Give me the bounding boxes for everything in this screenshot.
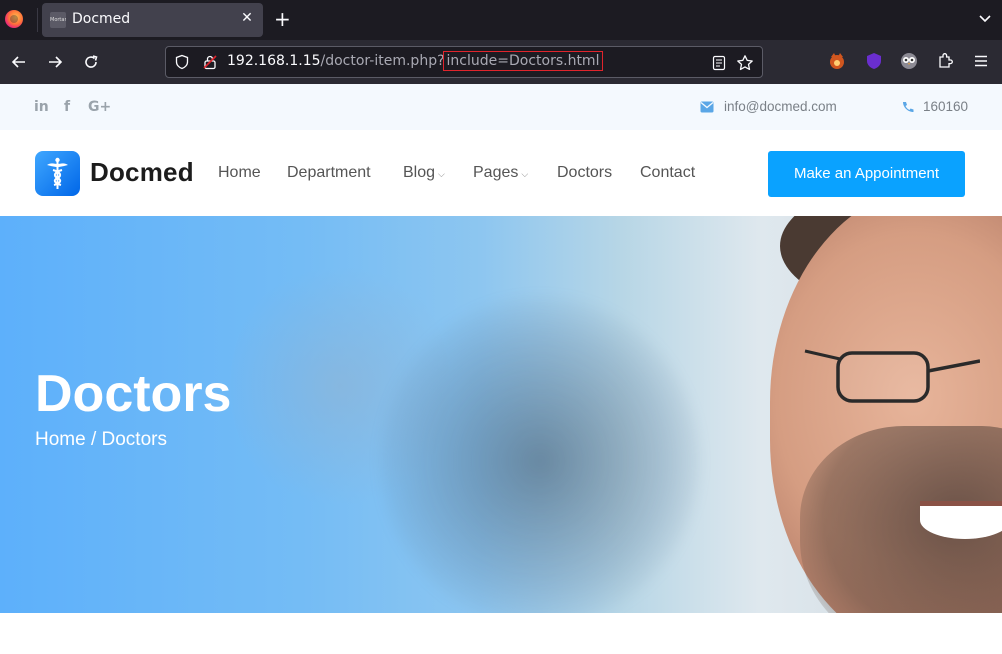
contact-email[interactable]: info@docmed.com — [724, 99, 837, 114]
contact-phone[interactable]: 160160 — [923, 99, 968, 114]
hero-banner: Doctors Home / Doctors — [0, 216, 1002, 613]
tracking-protection-shield-icon[interactable] — [174, 54, 190, 70]
page-title: Doctors — [35, 365, 232, 423]
nav-contact[interactable]: Contact — [640, 164, 695, 182]
make-appointment-button[interactable]: Make an Appointment — [768, 151, 965, 197]
hero-doctor-glasses — [804, 349, 980, 403]
nav-pages[interactable]: Pages ⌵ — [473, 164, 528, 182]
tab-title: Docmed — [72, 11, 131, 27]
nav-doctors-label: Doctors — [557, 164, 613, 181]
nav-doctors[interactable]: Doctors — [557, 164, 612, 182]
nav-blog[interactable]: Blog ⌵ — [403, 164, 445, 182]
url-bar[interactable]: 192.168.1.15/doctor-item.php? include=Doc… — [165, 46, 763, 78]
breadcrumb[interactable]: Home / Doctors — [35, 429, 167, 451]
tab-close-icon[interactable]: ✕ — [239, 10, 255, 26]
hamburger-menu-icon[interactable] — [971, 51, 991, 71]
extensions-puzzle-icon[interactable] — [935, 51, 955, 71]
bookmark-star-icon[interactable] — [736, 54, 754, 72]
nav-blog-label: Blog — [403, 164, 436, 181]
envelope-icon — [700, 101, 714, 113]
reload-icon[interactable] — [81, 52, 101, 72]
site-header: Docmed Home Department Blog ⌵ Pages ⌵ Doct… — [0, 130, 1002, 216]
chevron-down-icon: ⌵ — [521, 169, 529, 179]
insecure-lock-icon[interactable] — [202, 54, 218, 70]
google-plus-icon[interactable]: G+ — [88, 99, 111, 115]
reader-view-icon[interactable] — [712, 55, 726, 71]
browser-tab-bar: Mortana Docmed ✕ + — [0, 0, 1002, 40]
url-text[interactable]: 192.168.1.15/doctor-item.php? include=Doc… — [227, 51, 604, 71]
nav-pages-label: Pages — [473, 164, 519, 181]
nav-department[interactable]: Department — [287, 164, 371, 182]
forward-arrow-icon[interactable] — [45, 52, 65, 72]
phone-icon — [903, 102, 914, 112]
site-top-bar: in f G+ info@docmed.com 160160 — [0, 84, 1002, 130]
nav-home[interactable]: Home — [218, 164, 261, 182]
nav-department-label: Department — [287, 164, 371, 181]
firefox-logo-icon[interactable] — [5, 10, 23, 28]
linkedin-icon[interactable]: in — [34, 99, 49, 115]
browser-tab[interactable]: Mortana Docmed ✕ — [42, 3, 263, 37]
nav-contact-label: Contact — [640, 164, 696, 181]
tab-favicon-icon: Mortana — [50, 12, 66, 28]
extension-shield-icon[interactable] — [864, 51, 884, 71]
back-arrow-icon[interactable] — [9, 52, 29, 72]
caduceus-logo-icon[interactable] — [35, 151, 80, 196]
facebook-icon[interactable]: f — [64, 99, 70, 115]
nav-home-label: Home — [218, 164, 261, 181]
caduceus-icon — [47, 157, 68, 189]
extension-fox-icon[interactable] — [827, 51, 847, 71]
browser-nav-bar: 192.168.1.15/doctor-item.php? include=Doc… — [0, 40, 1002, 98]
extension-owl-icon[interactable] — [899, 51, 919, 71]
url-path: /doctor-item.php? — [320, 53, 445, 69]
hero-doctor-smile — [920, 501, 1002, 539]
url-host: 192.168.1.15 — [227, 53, 321, 69]
site-logo-text[interactable]: Docmed — [90, 157, 194, 188]
url-query-highlighted: include=Doctors.html — [442, 51, 604, 71]
tab-separator — [37, 8, 38, 32]
chevron-down-icon: ⌵ — [438, 169, 445, 179]
hero-background-figure — [380, 296, 700, 613]
list-all-tabs-chevron-icon[interactable] — [978, 12, 992, 26]
new-tab-plus-icon[interactable]: + — [274, 7, 291, 31]
